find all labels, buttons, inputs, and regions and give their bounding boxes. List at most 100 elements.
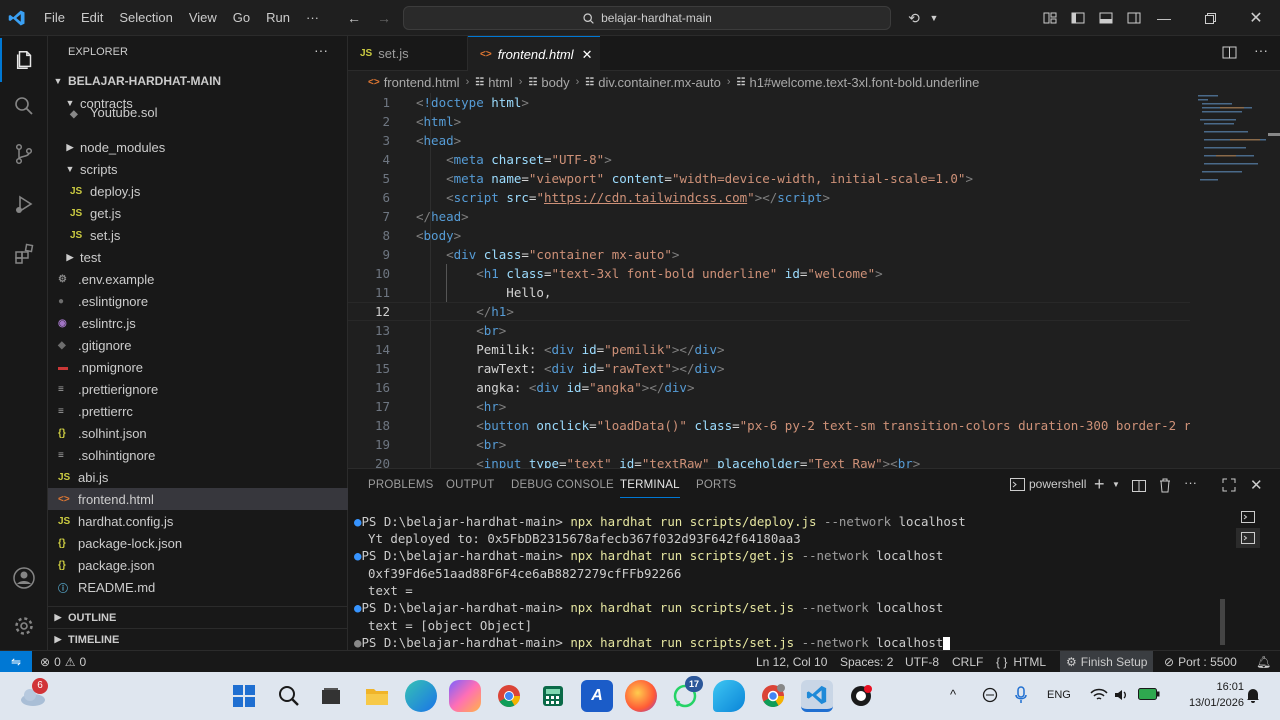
split-terminal-icon[interactable]	[1132, 479, 1146, 496]
toggle-secondary-sidebar-icon[interactable]	[1120, 4, 1148, 32]
clock-date[interactable]: 13/01/2026	[1178, 697, 1244, 709]
menu-go[interactable]: Go	[225, 0, 258, 36]
search-view-icon[interactable]	[0, 84, 48, 128]
new-terminal-plus-icon[interactable]: +	[1094, 474, 1105, 495]
close-window-icon[interactable]: ✕	[1242, 4, 1270, 32]
forward-arrow-icon[interactable]: →	[370, 4, 398, 32]
toggle-panel-icon[interactable]	[1092, 4, 1120, 32]
terminal-list-icon[interactable]	[1236, 528, 1260, 548]
outline-section[interactable]: ▶ OUTLINE	[48, 606, 348, 628]
tree-item-dot-solhintignore[interactable]: ≡ .solhintignore	[48, 444, 348, 466]
trash-icon[interactable]	[1158, 478, 1172, 496]
panel-tab-problems[interactable]: PROBLEMS	[368, 479, 434, 491]
tree-item-readme-md[interactable]: ⓘ README.md	[48, 576, 348, 598]
vscode-taskbar-icon[interactable]	[801, 680, 833, 712]
tree-item-abi-js[interactable]: JS abi.js	[48, 466, 348, 488]
firefox-icon[interactable]	[625, 680, 657, 712]
tree-item-dot-eslintrc-js[interactable]: ◉ .eslintrc.js	[48, 312, 348, 334]
tree-item-dot-gitignore[interactable]: ◆ .gitignore	[48, 334, 348, 356]
more-actions-icon[interactable]: ···	[1184, 475, 1197, 490]
clock-time[interactable]: 16:01	[1190, 681, 1244, 693]
menu-file[interactable]: File	[36, 0, 73, 36]
tree-item-deploy-js[interactable]: JS deploy.js	[48, 180, 348, 202]
language-mode[interactable]: { } HTML	[996, 651, 1046, 673]
panel-tab-terminal[interactable]: TERMINAL	[620, 479, 680, 498]
breadcrumb-item[interactable]: ☷ body	[528, 75, 569, 90]
input-language[interactable]: ENG	[1047, 689, 1071, 701]
calculator-icon[interactable]	[537, 680, 569, 712]
github-app-icon[interactable]	[845, 680, 877, 712]
tree-item-get-js[interactable]: JS get.js	[48, 202, 348, 224]
menu-view[interactable]: View	[181, 0, 225, 36]
menu-edit[interactable]: Edit	[73, 0, 111, 36]
manage-gear-icon[interactable]	[0, 604, 48, 648]
customize-layout-icon[interactable]	[1036, 4, 1064, 32]
tree-item-package-json[interactable]: {} package.json	[48, 554, 348, 576]
close-panel-icon[interactable]: ✕	[1250, 476, 1263, 494]
menu-selection[interactable]: Selection	[111, 0, 180, 36]
tree-item-frontend-html[interactable]: <> frontend.html	[48, 488, 348, 510]
breadcrumb-item[interactable]: ☷ h1#welcome.text-3xl.font-bold.underline	[737, 75, 980, 90]
menu-[interactable]: ···	[298, 0, 327, 36]
workspace-root[interactable]: ▼ BELAJAR-HARDHAT-MAIN	[48, 70, 348, 92]
command-center-search[interactable]: belajar-hardhat-main	[403, 6, 891, 30]
indentation[interactable]: Spaces: 2	[840, 651, 893, 673]
chrome-icon[interactable]	[493, 680, 525, 712]
task-view-icon[interactable]	[315, 680, 347, 712]
speaker-icon[interactable]	[1113, 687, 1131, 706]
chrome-profile-icon[interactable]	[757, 680, 789, 712]
tree-item-dot-prettierignore[interactable]: ≡ .prettierignore	[48, 378, 348, 400]
finish-setup-button[interactable]: ⚙ Finish Setup	[1060, 651, 1154, 673]
problems-status[interactable]: ⊗ 0 ⚠ 0	[40, 651, 86, 673]
network-status-icon[interactable]	[981, 687, 999, 706]
close-tab-icon[interactable]: ✕	[582, 47, 593, 63]
tree-item-hardhat-config-js[interactable]: JS hardhat.config.js	[48, 510, 348, 532]
chevron-down-icon[interactable]: ▼	[1112, 480, 1120, 489]
wifi-icon[interactable]	[1090, 687, 1108, 706]
tree-item-test[interactable]: ▶ test	[48, 246, 348, 268]
end-of-line[interactable]: CRLF	[952, 651, 983, 673]
restore-icon[interactable]	[1196, 4, 1224, 32]
tree-item-dot-npmignore[interactable]: ▬ .npmignore	[48, 356, 348, 378]
tree-item-package-lock-json[interactable]: {} package-lock.json	[48, 532, 348, 554]
show-hidden-icons-chevron-icon[interactable]: ^	[950, 687, 956, 702]
live-server-port[interactable]: ⊘ Port : 5500	[1164, 651, 1237, 673]
whatsapp-icon[interactable]: 17	[669, 676, 703, 712]
taskbar-search-icon[interactable]	[273, 680, 305, 712]
panel-tab-output[interactable]: OUTPUT	[446, 479, 494, 491]
code-editor[interactable]: 1 <!doctype html> 2 <html> 3 <head> 4 <meta ch…	[348, 93, 1190, 468]
tree-item-scripts[interactable]: ▼ scripts	[48, 158, 348, 180]
toggle-primary-sidebar-icon[interactable]	[1064, 4, 1092, 32]
cursor-position[interactable]: Ln 12, Col 10	[756, 651, 827, 673]
panel-tab-ports[interactable]: PORTS	[696, 479, 736, 491]
tree-item-node-modules[interactable]: ▶ node_modules	[48, 136, 348, 158]
notification-center-icon[interactable]	[1246, 687, 1260, 706]
tree-item-dot-solhint-json[interactable]: {} .solhint.json	[48, 422, 348, 444]
more-actions-icon[interactable]: ···	[314, 42, 328, 58]
more-actions-icon[interactable]: ···	[1254, 42, 1268, 58]
file-explorer-icon[interactable]	[361, 680, 393, 712]
battery-icon[interactable]	[1138, 688, 1160, 703]
windows-start-icon[interactable]	[228, 680, 260, 712]
edge-browser-icon[interactable]	[405, 680, 437, 712]
copilot-app-icon[interactable]	[449, 680, 481, 712]
back-arrow-icon[interactable]: ←	[340, 4, 368, 32]
tree-item-dot-prettierrc[interactable]: ≡ .prettierrc	[48, 400, 348, 422]
maximize-panel-icon[interactable]	[1222, 478, 1236, 495]
tree-item-dot-env-example[interactable]: ⚙ .env.example	[48, 268, 348, 290]
panel-tab-debug-console[interactable]: DEBUG CONSOLE	[511, 479, 614, 491]
terminal-output[interactable]: ●PS D:\belajar-hardhat-main> npx hardhat…	[354, 511, 1214, 651]
tree-item-youtube-sol[interactable]: ◆ Youtube.sol	[48, 106, 348, 120]
account-icon[interactable]	[0, 556, 48, 600]
minimize-icon[interactable]: —	[1150, 4, 1178, 32]
notifications-bell-icon[interactable]: 🔔︎	[1256, 651, 1271, 673]
terminal-list-icon[interactable]	[1236, 507, 1260, 527]
copilot-menu[interactable]: ⟲ ▼	[900, 4, 940, 32]
split-editor-icon[interactable]	[1222, 45, 1238, 64]
tree-item-set-js[interactable]: JS set.js	[48, 224, 348, 246]
terminal-profile[interactable]: powershell	[1010, 477, 1086, 491]
extensions-icon[interactable]	[0, 232, 48, 276]
menu-run[interactable]: Run	[258, 0, 298, 36]
remote-indicator-icon[interactable]: ⇋	[0, 651, 32, 673]
terminal-scrollbar[interactable]	[1220, 511, 1225, 646]
